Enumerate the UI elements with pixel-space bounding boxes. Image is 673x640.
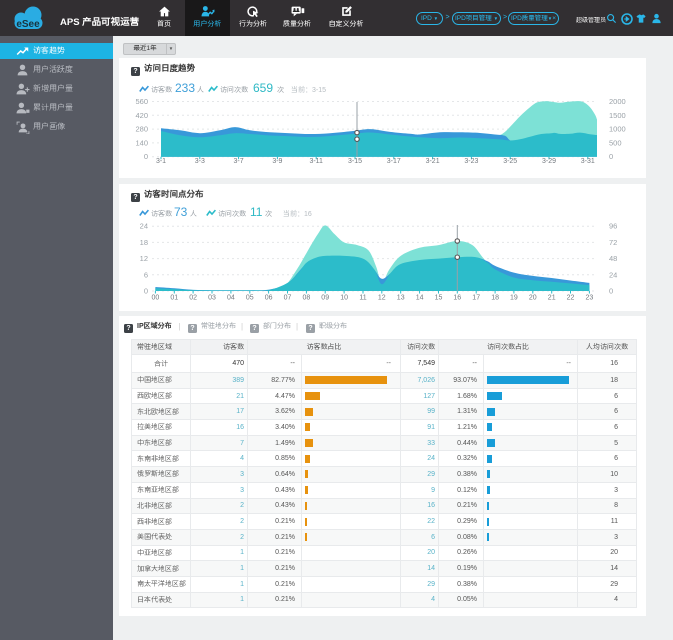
svg-text:20: 20 <box>529 295 537 302</box>
svg-text:23: 23 <box>586 295 594 302</box>
svg-text:280: 280 <box>135 125 148 134</box>
svg-text:10: 10 <box>340 295 348 302</box>
svg-text:3-11: 3-11 <box>309 158 323 165</box>
svg-text:3-17: 3-17 <box>387 158 401 165</box>
svg-text:420: 420 <box>135 111 148 120</box>
svg-text:16: 16 <box>453 295 461 302</box>
svg-text:06: 06 <box>265 295 273 302</box>
svg-text:09: 09 <box>321 295 329 302</box>
svg-text:00: 00 <box>152 295 160 302</box>
svg-text:0: 0 <box>609 152 613 161</box>
svg-text:3-9: 3-9 <box>272 158 282 165</box>
svg-text:22: 22 <box>567 295 575 302</box>
svg-text:14: 14 <box>416 295 424 302</box>
svg-text:0: 0 <box>144 152 148 161</box>
svg-text:0: 0 <box>144 287 148 296</box>
svg-text:15: 15 <box>435 295 443 302</box>
svg-text:19: 19 <box>510 295 518 302</box>
svg-text:18: 18 <box>491 295 499 302</box>
svg-text:21: 21 <box>548 295 556 302</box>
svg-text:12: 12 <box>140 254 148 263</box>
svg-text:08: 08 <box>303 295 311 302</box>
svg-text:13: 13 <box>397 295 405 302</box>
svg-text:24: 24 <box>140 222 148 231</box>
svg-text:3-21: 3-21 <box>426 158 440 165</box>
svg-text:48: 48 <box>609 254 617 263</box>
svg-text:eSee: eSee <box>16 19 40 30</box>
svg-text:11: 11 <box>359 295 366 302</box>
svg-text:02: 02 <box>189 295 197 302</box>
svg-text:3-29: 3-29 <box>542 158 556 165</box>
svg-text:04: 04 <box>227 295 235 302</box>
svg-text:05: 05 <box>246 295 254 302</box>
svg-text:3-15: 3-15 <box>348 158 362 165</box>
svg-text:3-1: 3-1 <box>156 158 166 165</box>
svg-text:01: 01 <box>170 295 178 302</box>
svg-text:140: 140 <box>135 138 148 147</box>
svg-text:18: 18 <box>140 238 148 247</box>
svg-text:17: 17 <box>472 295 480 302</box>
svg-text:3-7: 3-7 <box>234 158 244 165</box>
svg-text:72: 72 <box>609 238 617 247</box>
svg-text:3-23: 3-23 <box>464 158 478 165</box>
svg-text:0: 0 <box>609 287 613 296</box>
svg-text:2000: 2000 <box>609 97 626 106</box>
svg-text:3-25: 3-25 <box>503 158 517 165</box>
svg-text:07: 07 <box>284 295 292 302</box>
svg-text:96: 96 <box>609 222 617 231</box>
svg-text:24: 24 <box>609 270 617 279</box>
svg-text:500: 500 <box>609 138 622 147</box>
svg-text:1500: 1500 <box>609 111 626 120</box>
svg-text:6: 6 <box>144 270 148 279</box>
svg-text:3-31: 3-31 <box>581 158 595 165</box>
svg-text:12: 12 <box>378 295 386 302</box>
svg-text:1000: 1000 <box>609 125 626 134</box>
svg-text:03: 03 <box>208 295 216 302</box>
svg-text:560: 560 <box>135 97 148 106</box>
svg-text:3-3: 3-3 <box>195 158 205 165</box>
